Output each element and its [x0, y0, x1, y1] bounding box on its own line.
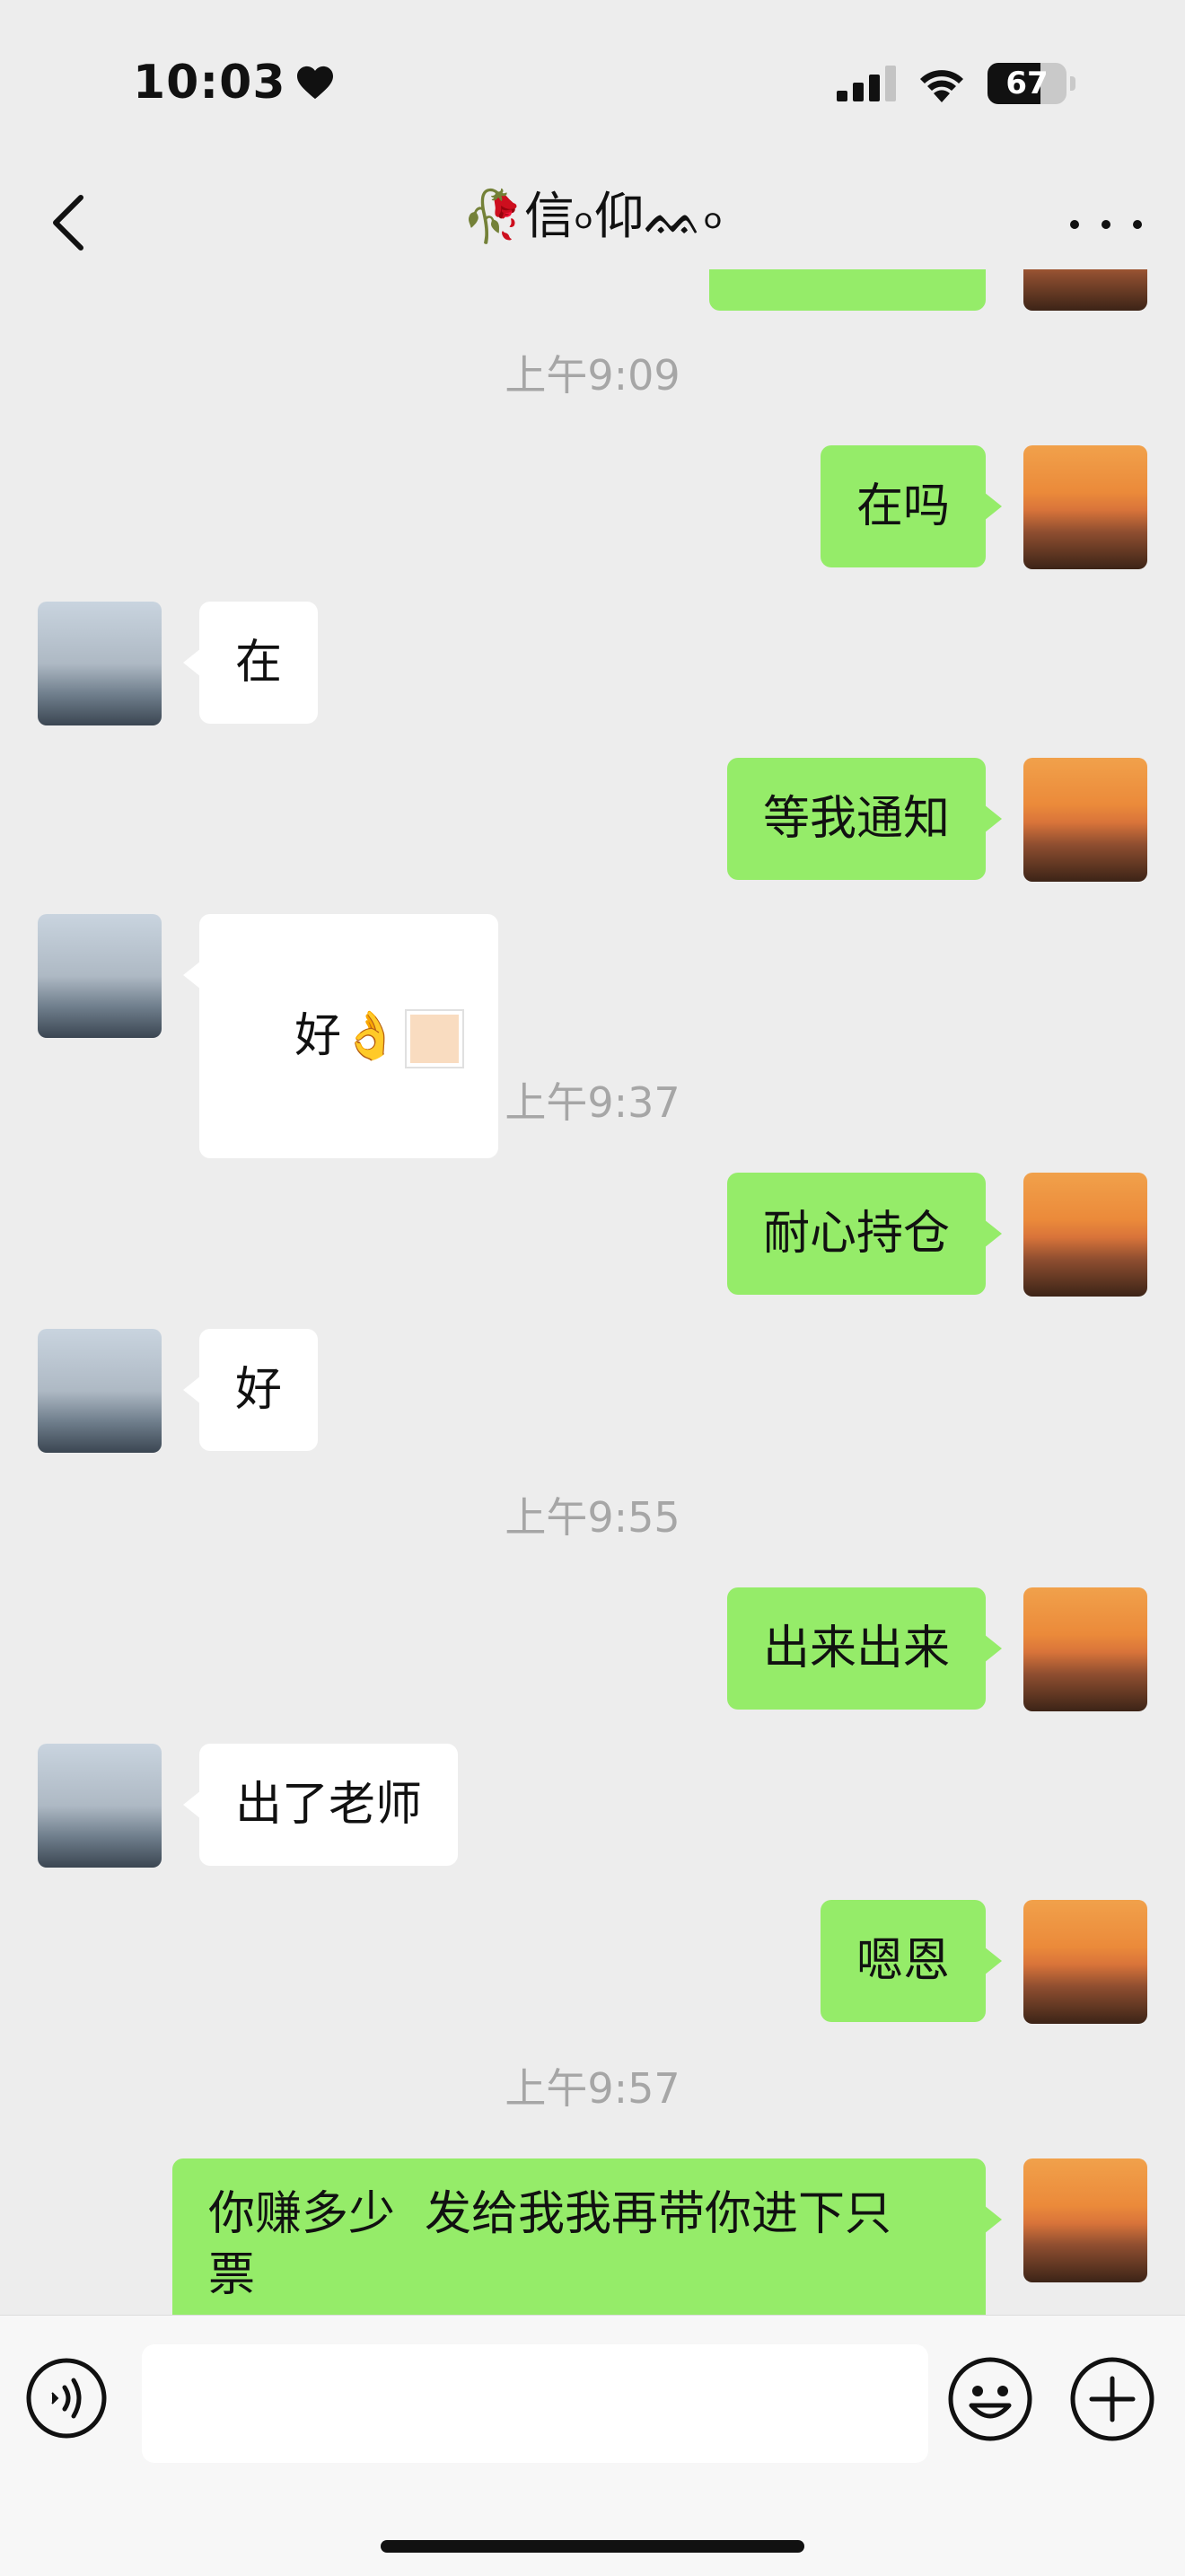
message-timestamp: 上午9:37 — [505, 1078, 680, 1127]
plus-circle-icon — [1070, 2357, 1154, 2441]
contact-avatar[interactable] — [38, 1744, 162, 1868]
emoji-image — [404, 1009, 464, 1068]
message-timestamp: 上午9:57 — [505, 2064, 680, 2113]
more-functions-button[interactable] — [1068, 2355, 1156, 2443]
status-indicators: 67 — [837, 63, 1075, 104]
emoji-button[interactable] — [946, 2355, 1034, 2443]
message-bubble-sent[interactable]: 在吗 — [820, 445, 1003, 567]
message-text: 好👌 — [294, 1009, 399, 1063]
chat-message-list[interactable]: 上午9:09 在吗 在 等我通知 好👌 上午9:37 耐心持仓 好 上午9:55… — [0, 269, 1185, 2317]
input-bar — [0, 2315, 1185, 2576]
message-timestamp: 上午9:09 — [505, 351, 680, 400]
message-bubble-sent[interactable]: 嗯恩 — [820, 1900, 1003, 2022]
contact-avatar[interactable] — [38, 602, 162, 725]
message-bubble-sent[interactable]: 你赚多少 发给我我再带你进下只 票 — [172, 2158, 1002, 2317]
heart-icon — [296, 66, 333, 100]
my-avatar[interactable] — [1023, 1900, 1147, 2024]
message-bubble-received[interactable]: 出了老师 — [182, 1744, 459, 1866]
message-bubble-sent[interactable]: 等我通知 — [726, 758, 1003, 880]
battery-cap — [1070, 76, 1075, 91]
voice-button[interactable] — [25, 2357, 108, 2440]
chat-title[interactable]: 🥀信৹仰ᨐ৹ — [0, 176, 1185, 262]
voice-icon — [26, 2358, 107, 2439]
message-timestamp: 上午9:55 — [505, 1493, 680, 1542]
more-dot — [1133, 220, 1142, 229]
message-input[interactable] — [142, 2344, 928, 2463]
more-dot — [1070, 220, 1079, 229]
status-time: 10:03 — [133, 56, 335, 110]
message-bubble-received[interactable]: 在 — [182, 602, 319, 724]
contact-avatar[interactable] — [38, 1329, 162, 1453]
wifi-icon — [920, 70, 963, 102]
my-avatar[interactable] — [1023, 269, 1147, 311]
more-dot — [1102, 220, 1110, 229]
contact-avatar[interactable] — [38, 914, 162, 1038]
battery-icon: 67 — [988, 63, 1066, 104]
cellular-signal-icon — [837, 66, 896, 101]
status-time-text: 10:03 — [133, 56, 286, 110]
more-options-button[interactable] — [1070, 207, 1142, 242]
battery-level: 67 — [1005, 66, 1049, 101]
message-bubble-received[interactable]: 好 — [182, 1329, 319, 1451]
my-avatar[interactable] — [1023, 445, 1147, 569]
my-avatar[interactable] — [1023, 1587, 1147, 1711]
battery-indicator: 67 — [988, 63, 1075, 104]
message-bubble-sent-partial[interactable] — [709, 269, 986, 311]
message-bubble-sent[interactable]: 出来出来 — [726, 1587, 1003, 1710]
my-avatar[interactable] — [1023, 758, 1147, 882]
emoji-icon — [948, 2357, 1032, 2441]
message-bubble-sent[interactable]: 耐心持仓 — [726, 1173, 1003, 1295]
my-avatar[interactable] — [1023, 2158, 1147, 2282]
home-indicator[interactable] — [381, 2540, 804, 2553]
my-avatar[interactable] — [1023, 1173, 1147, 1297]
